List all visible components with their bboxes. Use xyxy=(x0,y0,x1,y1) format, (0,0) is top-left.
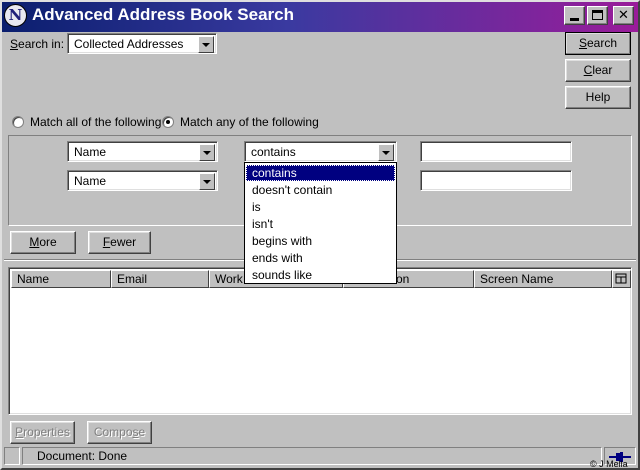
results-list[interactable]: Name Email Work on Screen Name xyxy=(8,267,632,415)
compose-button[interactable]: Compose xyxy=(87,421,152,444)
minimize-icon xyxy=(570,18,579,21)
dropdown-option-begins-with[interactable]: begins with xyxy=(246,233,395,249)
close-button[interactable]: ✕ xyxy=(613,6,634,25)
more-button[interactable]: More xyxy=(10,231,76,254)
operator-dropdown-list[interactable]: contains doesn't contain is isn't begins… xyxy=(244,162,397,284)
chevron-down-icon[interactable] xyxy=(199,144,215,161)
criteria-field-select-1[interactable]: Name xyxy=(67,141,218,162)
dropdown-option-doesnt-contain[interactable]: doesn't contain xyxy=(246,182,395,198)
dropdown-option-sounds-like[interactable]: sounds like xyxy=(246,267,395,283)
credit-text: © J Mella xyxy=(590,459,628,469)
chevron-down-icon[interactable] xyxy=(378,144,394,161)
status-text: Document: Done xyxy=(22,447,602,465)
match-any-radio[interactable] xyxy=(162,116,174,128)
chevron-down-icon[interactable] xyxy=(198,36,214,53)
dropdown-option-isnt[interactable]: isn't xyxy=(246,216,395,232)
search-in-value: Collected Addresses xyxy=(74,37,184,51)
criteria-value-input-2[interactable] xyxy=(420,170,572,191)
dropdown-option-is[interactable]: is xyxy=(246,199,395,215)
column-header-email[interactable]: Email xyxy=(111,270,209,288)
column-header-screen-name[interactable]: Screen Name xyxy=(474,270,612,288)
fewer-button[interactable]: Fewer xyxy=(88,231,151,254)
clear-button[interactable]: Clear xyxy=(565,59,631,82)
help-button[interactable]: Help xyxy=(565,86,631,109)
match-all-radio[interactable] xyxy=(12,116,24,128)
match-all-label[interactable]: Match all of the following xyxy=(30,115,161,129)
match-any-label[interactable]: Match any of the following xyxy=(180,115,319,129)
netscape-app-icon[interactable]: N xyxy=(4,4,27,27)
criteria-operator-select-1[interactable]: contains xyxy=(244,141,397,162)
dropdown-option-ends-with[interactable]: ends with xyxy=(246,250,395,266)
search-in-select[interactable]: Collected Addresses xyxy=(67,33,217,54)
criteria-field-select-2[interactable]: Name xyxy=(67,170,218,191)
status-icon-cell xyxy=(4,447,20,465)
chevron-down-icon[interactable] xyxy=(199,173,215,190)
criteria-value-input-1[interactable] xyxy=(420,141,572,162)
maximize-icon xyxy=(592,10,603,20)
window-title: Advanced Address Book Search xyxy=(32,5,295,24)
minimize-button[interactable] xyxy=(564,6,585,25)
properties-button[interactable]: Properties xyxy=(10,421,75,444)
maximize-button[interactable] xyxy=(587,6,608,25)
column-picker-icon[interactable] xyxy=(612,270,631,288)
close-icon: ✕ xyxy=(618,8,629,23)
column-header-name[interactable]: Name xyxy=(11,270,111,288)
dropdown-option-contains[interactable]: contains xyxy=(246,165,395,181)
search-button[interactable]: Search xyxy=(565,32,631,55)
search-in-label: Search in: xyxy=(10,37,65,51)
column-picker-glyph xyxy=(615,273,627,284)
